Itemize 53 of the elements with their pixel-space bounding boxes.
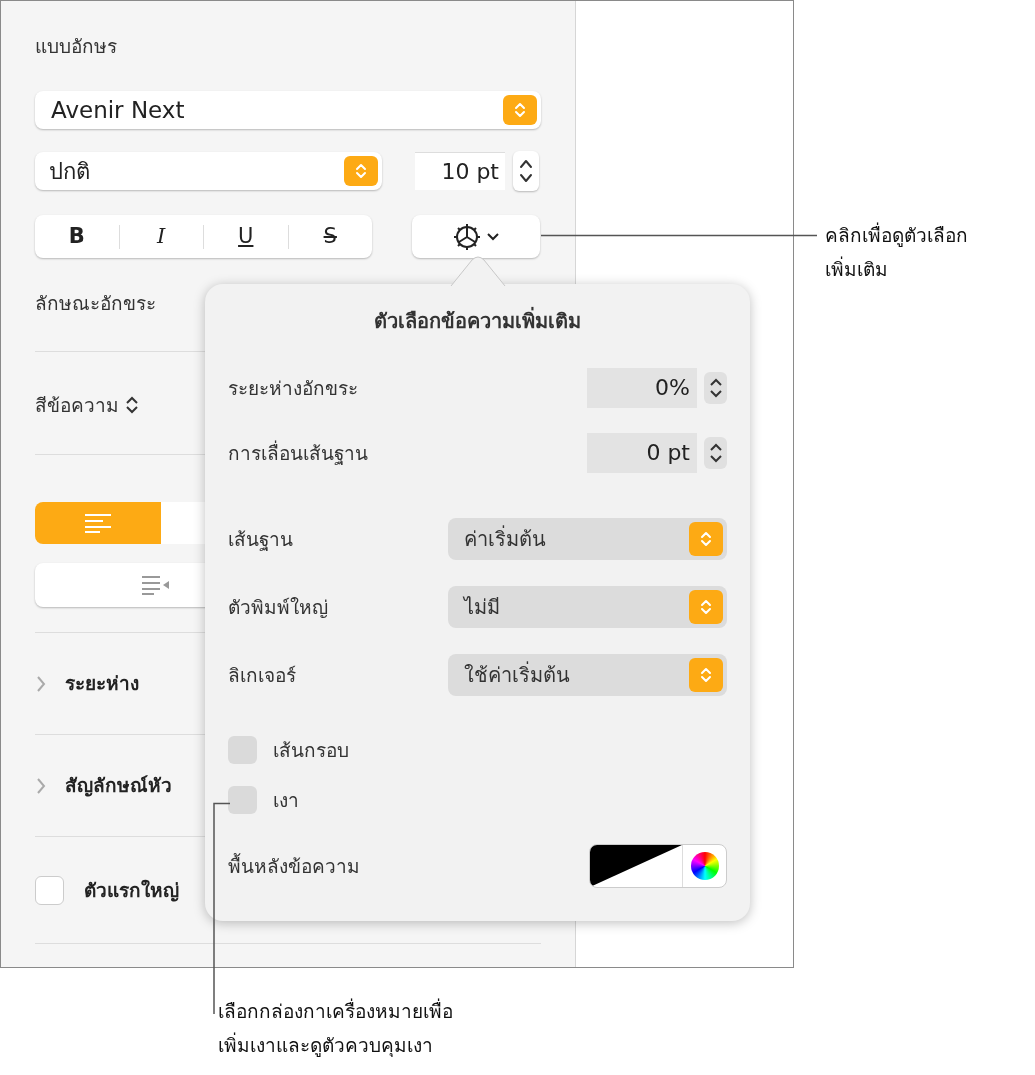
setting-label: การเลื่อนเส้นฐาน (228, 439, 369, 467)
chevron-right-icon[interactable] (35, 776, 47, 795)
color-wheel-icon[interactable] (690, 852, 719, 880)
font-size-field[interactable]: 10 pt (415, 152, 505, 190)
italic-button[interactable]: I (119, 220, 203, 253)
checkbox-label: เงา (273, 787, 299, 813)
popover-title: ตัวเลือกข้อความเพิ่มเติม (373, 306, 582, 335)
font-heading: แบบอักษร (35, 34, 118, 59)
callout-text: เลือกกล่องกาเครื่องหมายเพื่อ เพิ่มเงาและดูตัวควบคุมเงา (218, 997, 453, 1059)
setting-label: ตัวพิมพ์ใหญ่ (228, 594, 329, 620)
text-color-button[interactable]: สีข้อความ (35, 390, 139, 420)
section-title[interactable]: ระยะห่าง (65, 669, 139, 698)
value-field[interactable]: 0% (587, 368, 697, 408)
no-fill-swatch-icon (590, 845, 682, 887)
setting-label: พื้นหลังข้อความ (228, 852, 361, 879)
checkbox[interactable] (35, 875, 64, 905)
up-down-icon[interactable] (708, 441, 723, 465)
setting-label: ลิเกเจอร์ (228, 662, 297, 688)
font-family-dropdown[interactable]: Avenir Next (35, 91, 541, 129)
checkbox-label: เส้นกรอบ (273, 737, 349, 763)
popup-menu[interactable]: ไม่มี (448, 586, 727, 628)
color-well[interactable] (589, 844, 727, 888)
more-options-button[interactable] (412, 215, 540, 258)
up-down-icon (125, 395, 139, 415)
drop-cap-label: ตัวแรกใหญ่ (84, 877, 179, 904)
stepper[interactable] (513, 151, 539, 191)
text-style-segment[interactable]: B I U S (35, 215, 372, 258)
checkbox[interactable] (228, 786, 257, 814)
font-style-dropdown[interactable]: ปกติ (35, 152, 382, 190)
popup-menu[interactable]: ค่าเริ่มต้น (448, 518, 727, 560)
align-left-icon (84, 513, 112, 533)
value-field[interactable]: 0 pt (587, 433, 697, 473)
setting-label: เส้นฐาน (228, 526, 294, 553)
character-style-label: ลักษณะอักขระ (35, 290, 156, 316)
alignment-segment[interactable] (35, 502, 161, 544)
up-down-icon[interactable] (708, 376, 723, 400)
chevron-right-icon[interactable] (35, 674, 47, 693)
strike-button[interactable]: S (288, 220, 372, 253)
section-title[interactable]: สัญลักษณ์หัว (65, 771, 172, 800)
setting-label: ระยะห่างอักขระ (228, 375, 359, 401)
bold-button[interactable]: B (35, 220, 119, 253)
callout-text: คลิกเพื่อดูตัวเลือก เพิ่มเติม (825, 221, 968, 282)
up-down-icon (355, 162, 367, 180)
gear-icon (452, 221, 482, 252)
popup-menu[interactable]: ใช้ค่าเริ่มต้น (448, 654, 727, 696)
checkbox[interactable] (228, 736, 257, 764)
up-down-icon (514, 101, 526, 119)
indent-icon (141, 575, 171, 595)
up-down-icon (700, 666, 712, 684)
chevron-down-icon (486, 231, 500, 242)
underline-button[interactable]: U (204, 220, 288, 253)
up-down-icon (700, 598, 712, 616)
up-down-icon (700, 530, 712, 548)
